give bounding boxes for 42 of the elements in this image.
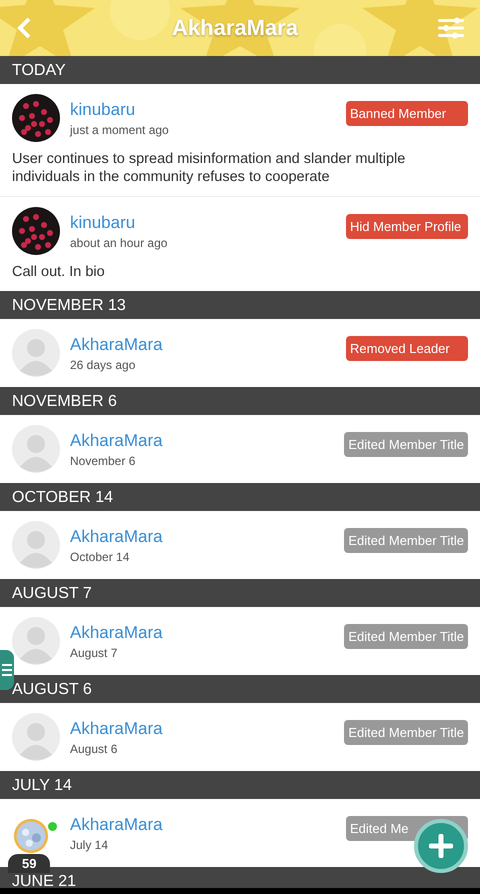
menu-icon: [2, 663, 12, 677]
username-link[interactable]: AkharaMara: [70, 334, 346, 354]
timestamp: 26 days ago: [70, 358, 136, 372]
side-drawer-handle[interactable]: [0, 650, 14, 690]
action-tag: Edited Member Title: [344, 720, 468, 744]
sliders-icon: [438, 17, 464, 39]
reason-text: User continues to spread misinformation and slander multiple individuals in the community refuses to cooperate: [12, 150, 406, 186]
username-link[interactable]: AkharaMara: [70, 622, 344, 642]
action-tag: Removed Leader: [346, 336, 468, 360]
avatar[interactable]: [12, 207, 60, 255]
timestamp: August 6: [70, 742, 118, 756]
username-link[interactable]: AkharaMara: [70, 526, 344, 546]
username-link[interactable]: kinubaru: [70, 100, 346, 120]
avatar[interactable]: [12, 94, 60, 142]
plus-icon: [429, 834, 453, 858]
action-tag: Hid Member Profile: [346, 214, 468, 238]
profile-avatar[interactable]: [13, 818, 49, 854]
username-link[interactable]: AkharaMara: [70, 430, 344, 450]
section-header: NOVEMBER 13: [0, 291, 480, 319]
username-link[interactable]: AkharaMara: [70, 718, 344, 738]
page-title: AkharaMara: [172, 15, 298, 41]
timestamp: August 7: [70, 646, 118, 660]
action-tag: Edited Member Title: [344, 624, 468, 648]
username-link[interactable]: AkharaMara: [70, 814, 346, 834]
action-tag: Edited Member Title: [344, 432, 468, 456]
reason-text: Call out. In bio: [12, 263, 106, 281]
section-header: AUGUST 6: [0, 675, 480, 703]
section-header: JULY 14: [0, 771, 480, 799]
timestamp: November 6: [70, 454, 136, 468]
timestamp: just a moment ago: [70, 122, 170, 136]
section-header: OCTOBER 14: [0, 483, 480, 511]
timestamp: July 14: [70, 838, 110, 852]
action-tag: Edited Member Title: [344, 528, 468, 552]
level-badge: 59: [8, 854, 50, 873]
timestamp: about an hour ago: [70, 236, 168, 250]
section-header: NOVEMBER 6: [0, 387, 480, 415]
action-tag: Banned Member: [346, 100, 468, 126]
username-link[interactable]: kinubaru: [70, 212, 346, 232]
section-header: JUNE 21: [0, 867, 480, 888]
section-header: AUGUST 7: [0, 579, 480, 607]
timestamp: October 14: [70, 550, 130, 564]
section-header: TODAY: [0, 56, 480, 84]
